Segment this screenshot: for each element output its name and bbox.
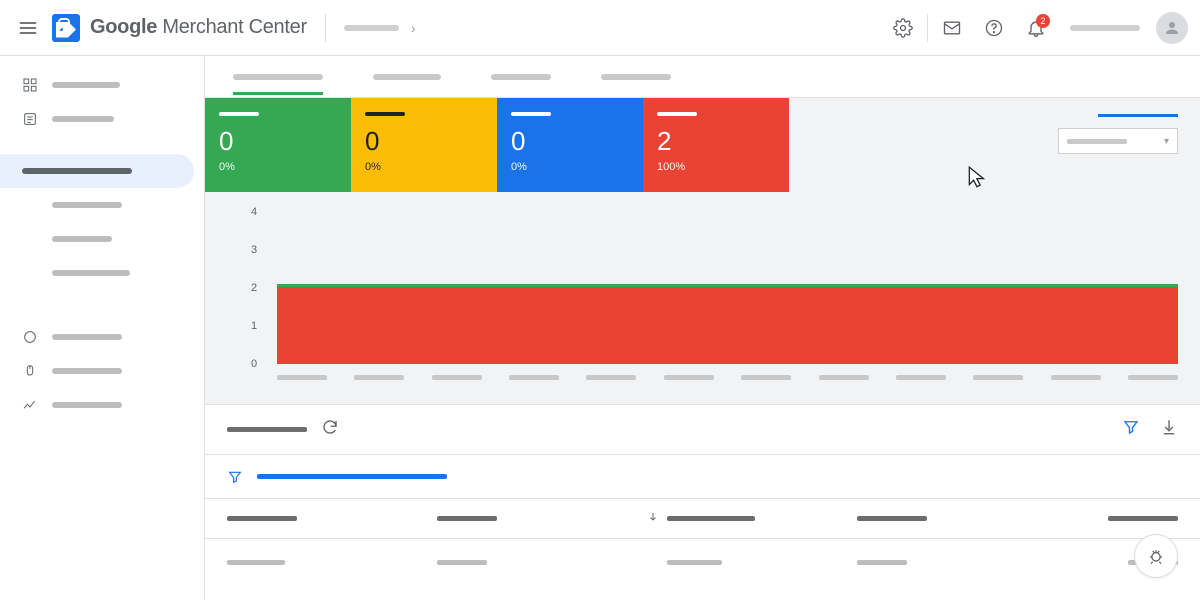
main-content: 0 0% 0 0% 0 0% 2 100% (205, 56, 1200, 600)
nav-label (22, 168, 132, 174)
mail-icon[interactable] (934, 10, 970, 46)
sort-arrow-down-icon (647, 510, 659, 528)
subtab-4[interactable] (601, 74, 671, 94)
nav-item-6[interactable] (0, 388, 194, 422)
chevron-down-icon: ▾ (1164, 136, 1169, 147)
subtab-2[interactable] (373, 74, 441, 94)
download-icon[interactable] (1160, 418, 1178, 441)
x-axis (277, 375, 1178, 380)
col-1[interactable] (227, 516, 437, 521)
ytick: 4 (251, 206, 257, 218)
nav-item-4[interactable] (0, 320, 194, 354)
stat-pct: 100% (657, 161, 775, 173)
product-name: Google Merchant Center (90, 16, 307, 39)
ytick: 1 (251, 320, 257, 332)
nav-label (52, 82, 120, 88)
area-disapproved (277, 286, 1178, 364)
date-range-dropdown[interactable]: ▾ (1058, 128, 1178, 154)
stat-value: 0 (365, 126, 483, 157)
trend-chart: 4 3 2 1 0 (233, 206, 1178, 386)
subtab-3[interactable] (491, 74, 551, 94)
avatar[interactable] (1156, 12, 1188, 44)
ytick: 0 (251, 358, 257, 370)
nav-item-3-active[interactable] (0, 154, 194, 188)
stat-card-disapproved[interactable]: 2 100% (643, 98, 789, 192)
stat-pct: 0% (511, 161, 629, 173)
menu-icon[interactable] (12, 12, 44, 44)
col-4[interactable] (857, 516, 1067, 521)
subtabs (205, 56, 1200, 98)
nav-sub-3[interactable] (0, 256, 194, 290)
table-header (205, 499, 1200, 539)
stat-pct: 0% (365, 161, 483, 173)
filter-icon (227, 469, 243, 485)
stat-value: 2 (657, 126, 775, 157)
nav-label (52, 116, 114, 122)
bug-icon (1146, 546, 1166, 566)
col-5[interactable] (1067, 516, 1178, 521)
settings-icon[interactable] (885, 10, 921, 46)
nav-item-1[interactable] (0, 68, 194, 102)
nav-label (52, 402, 122, 408)
stat-card-expiring[interactable]: 0 0% (497, 98, 643, 192)
subtab-1-active[interactable] (233, 74, 323, 94)
nav-label (52, 202, 122, 208)
refresh-icon[interactable] (321, 418, 339, 441)
filter-icon[interactable] (1122, 418, 1140, 441)
chevron-right-icon: › (411, 20, 416, 36)
notification-badge: 2 (1036, 14, 1050, 28)
stat-card-pending[interactable]: 0 0% (351, 98, 497, 192)
list-icon (22, 111, 38, 127)
table-toolbar (205, 405, 1200, 455)
notifications-icon[interactable]: 2 (1018, 10, 1054, 46)
trend-icon (22, 397, 38, 413)
active-filter-row[interactable] (205, 455, 1200, 499)
account-switcher[interactable] (1070, 25, 1140, 31)
col-3-sorted[interactable] (647, 510, 857, 528)
filter-label (257, 474, 447, 479)
col-2[interactable] (437, 516, 647, 521)
stat-card-active[interactable]: 0 0% (205, 98, 351, 192)
ytick: 2 (251, 282, 257, 294)
tag-icon (52, 14, 80, 42)
nav-label (52, 236, 112, 242)
divider (927, 14, 928, 42)
stat-value: 0 (511, 126, 629, 157)
mouse-cursor (965, 164, 991, 190)
nav-item-2[interactable] (0, 102, 194, 136)
stat-cards: 0 0% 0 0% 0 0% 2 100% (205, 98, 789, 192)
divider (325, 14, 326, 42)
metrics-panel: 0 0% 0 0% 0 0% 2 100% (205, 98, 1200, 405)
help-icon[interactable] (976, 10, 1012, 46)
mouse-icon (22, 363, 38, 379)
nav-item-5[interactable] (0, 354, 194, 388)
nav-label (52, 270, 130, 276)
product-logo[interactable]: Google Merchant Center (52, 14, 307, 42)
ytick: 3 (251, 244, 257, 256)
accent-line (1098, 114, 1178, 117)
line-active (277, 284, 1178, 287)
feedback-fab[interactable] (1134, 534, 1178, 578)
dashboard-icon (22, 77, 38, 93)
stat-value: 0 (219, 126, 337, 157)
left-nav (0, 56, 205, 600)
app-header: Google Merchant Center › 2 (0, 0, 1200, 56)
circle-icon (22, 329, 38, 345)
nav-label (52, 334, 122, 340)
stat-pct: 0% (219, 161, 337, 173)
table-row[interactable] (205, 539, 1200, 585)
nav-label (52, 368, 122, 374)
nav-sub-1[interactable] (0, 188, 194, 222)
toolbar-title (227, 427, 307, 432)
nav-sub-2[interactable] (0, 222, 194, 256)
breadcrumb[interactable] (344, 25, 399, 31)
